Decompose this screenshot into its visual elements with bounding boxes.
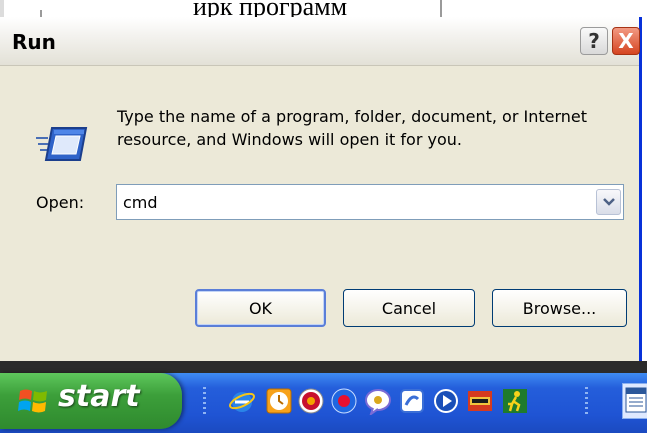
media-icon[interactable] [297, 387, 325, 415]
open-input[interactable] [123, 185, 593, 219]
browse-button[interactable]: Browse... [492, 289, 627, 327]
run-icon [34, 120, 90, 166]
run-description: Type the name of a program, folder, docu… [117, 107, 588, 149]
close-button[interactable]: X [612, 27, 640, 55]
cancel-button-label: Cancel [381, 298, 437, 318]
title-bar[interactable]: Run ? X [0, 17, 640, 66]
globe-icon[interactable] [330, 387, 358, 415]
toolbar-grip[interactable] [203, 387, 206, 417]
start-button[interactable]: start [0, 373, 182, 429]
word-document-icon[interactable] [622, 383, 647, 419]
ok-button-label: OK [248, 298, 273, 318]
app-icon[interactable] [398, 387, 426, 415]
clock-icon[interactable] [265, 387, 293, 415]
help-icon: ? [588, 29, 600, 53]
help-button[interactable]: ? [580, 27, 608, 55]
start-label: start [58, 379, 140, 414]
dialog-title: Run [12, 30, 56, 54]
open-label: Open: [36, 193, 85, 212]
game-icon[interactable] [466, 387, 494, 415]
dialog-body: Type the name of a program, folder, docu… [12, 65, 637, 360]
dropdown-button[interactable] [596, 189, 621, 215]
chevron-down-icon [603, 198, 615, 206]
toolbar-grip[interactable] [585, 387, 588, 417]
browse-button-label: Browse... [522, 298, 597, 318]
internet-explorer-icon[interactable] [228, 387, 256, 415]
close-icon: X [618, 29, 634, 53]
desktop-strip [0, 361, 647, 373]
run-dialog: Run ? X Type the name of a program, fold… [0, 17, 642, 367]
open-combobox[interactable] [116, 184, 624, 220]
ok-button[interactable]: OK [195, 289, 326, 327]
cancel-button[interactable]: Cancel [343, 289, 475, 327]
running-man-icon[interactable] [501, 387, 529, 415]
messenger-icon[interactable] [364, 387, 392, 415]
media-player-icon[interactable] [432, 387, 460, 415]
taskbar: start [0, 373, 647, 433]
windows-logo-icon [18, 389, 47, 413]
